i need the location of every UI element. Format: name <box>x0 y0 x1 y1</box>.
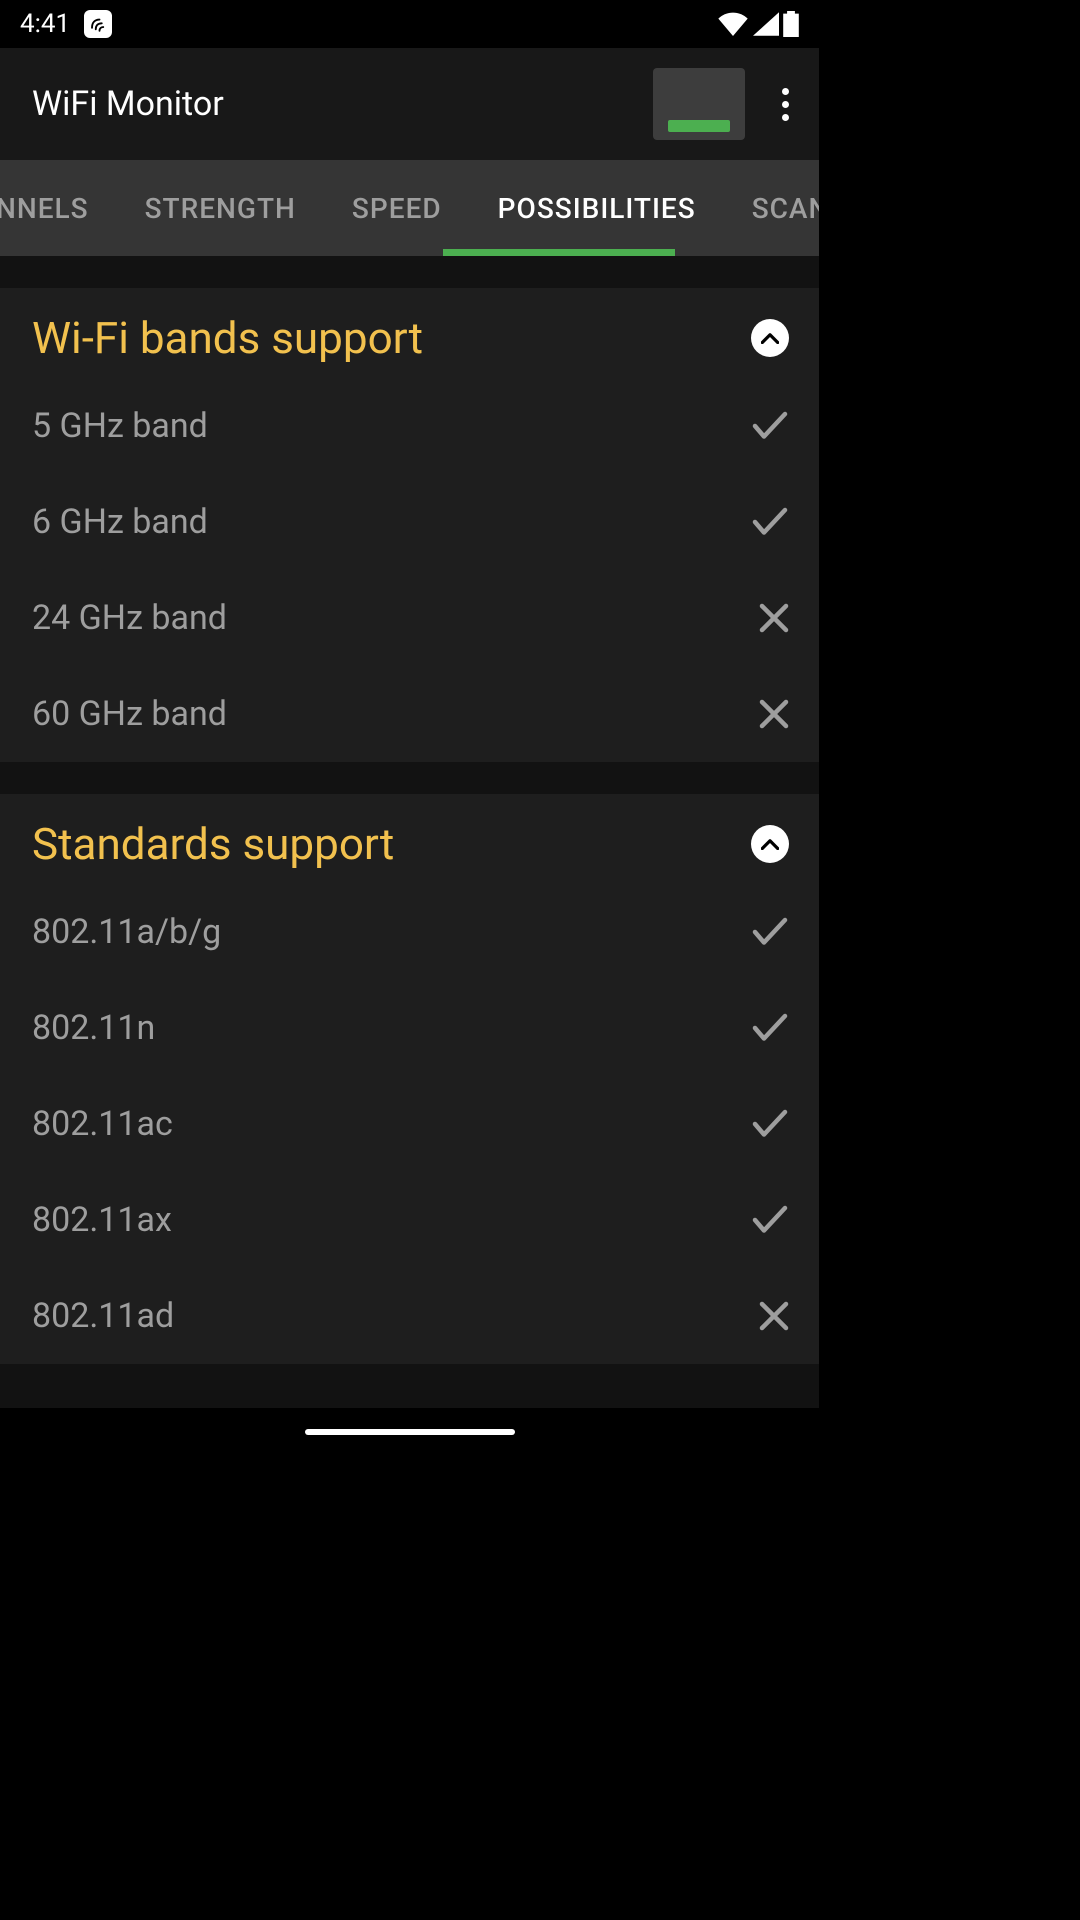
list-item: 802.11ad <box>0 1268 819 1364</box>
tab-bar: CHANNELSSTRENGTHSPEEDPOSSIBILITIESSCAN <box>0 160 819 256</box>
signal-bar <box>668 120 730 132</box>
list-item: 60 GHz band <box>0 666 819 762</box>
check-icon <box>751 411 789 441</box>
list-item: 6 GHz band <box>0 474 819 570</box>
check-icon <box>751 917 789 947</box>
list-item: 802.11ac <box>0 1076 819 1172</box>
tab-channels[interactable]: CHANNELS <box>0 160 117 256</box>
list-item: 24 GHz band <box>0 570 819 666</box>
status-right <box>717 11 799 37</box>
content-area[interactable]: Wi-Fi bands support 5 GHz band 6 GHz band 2… <box>0 256 819 1408</box>
section-title: Standards support <box>32 818 394 870</box>
app-status-icon <box>84 10 112 38</box>
cross-icon <box>759 1301 789 1331</box>
list-item-label: 802.11ad <box>32 1296 174 1336</box>
section-header[interactable]: Standards support <box>0 794 819 884</box>
chevron-up-icon[interactable] <box>751 825 789 863</box>
wifi-icon <box>717 12 749 36</box>
list-item-label: 60 GHz band <box>32 694 227 734</box>
tab-possibilities[interactable]: POSSIBILITIES <box>470 160 724 256</box>
nav-bar <box>0 1408 819 1456</box>
nav-pill[interactable] <box>305 1429 515 1435</box>
cross-icon <box>759 699 789 729</box>
list-item: 802.11a/b/g <box>0 884 819 980</box>
check-icon <box>751 1013 789 1043</box>
list-item-label: 802.11n <box>32 1008 155 1048</box>
list-item-label: 802.11ac <box>32 1104 173 1144</box>
tab-speed[interactable]: SPEED <box>324 160 470 256</box>
tab-scan[interactable]: SCAN <box>724 160 819 256</box>
list-item: 802.11ax <box>0 1172 819 1268</box>
status-left: 4:41 <box>20 9 112 39</box>
app-bar-actions <box>653 68 797 140</box>
section-header[interactable]: Wi-Fi bands support <box>0 288 819 378</box>
cross-icon <box>759 603 789 633</box>
list-item-label: 5 GHz band <box>32 406 208 446</box>
tab-strength[interactable]: STRENGTH <box>117 160 324 256</box>
list-item-label: 24 GHz band <box>32 598 227 638</box>
signal-strength-widget[interactable] <box>653 68 745 140</box>
cell-signal-icon <box>753 12 779 36</box>
check-icon <box>751 507 789 537</box>
status-time: 4:41 <box>20 9 70 39</box>
list-item-label: 802.11ax <box>32 1200 172 1240</box>
check-icon <box>751 1109 789 1139</box>
app-title: WiFi Monitor <box>32 84 224 124</box>
check-icon <box>751 1205 789 1235</box>
section: Wi-Fi bands support 5 GHz band 6 GHz band 2… <box>0 288 819 762</box>
more-options-icon[interactable] <box>773 83 797 125</box>
battery-icon <box>783 11 799 37</box>
tab-indicator <box>443 249 675 256</box>
list-item: 5 GHz band <box>0 378 819 474</box>
chevron-up-icon[interactable] <box>751 319 789 357</box>
list-item-label: 6 GHz band <box>32 502 208 542</box>
app-bar: WiFi Monitor <box>0 48 819 160</box>
section-title: Wi-Fi bands support <box>32 312 423 364</box>
section: Standards support 802.11a/b/g 802.11n 802.1… <box>0 794 819 1364</box>
list-item-label: 802.11a/b/g <box>32 912 221 952</box>
list-item: 802.11n <box>0 980 819 1076</box>
status-bar: 4:41 <box>0 0 819 48</box>
